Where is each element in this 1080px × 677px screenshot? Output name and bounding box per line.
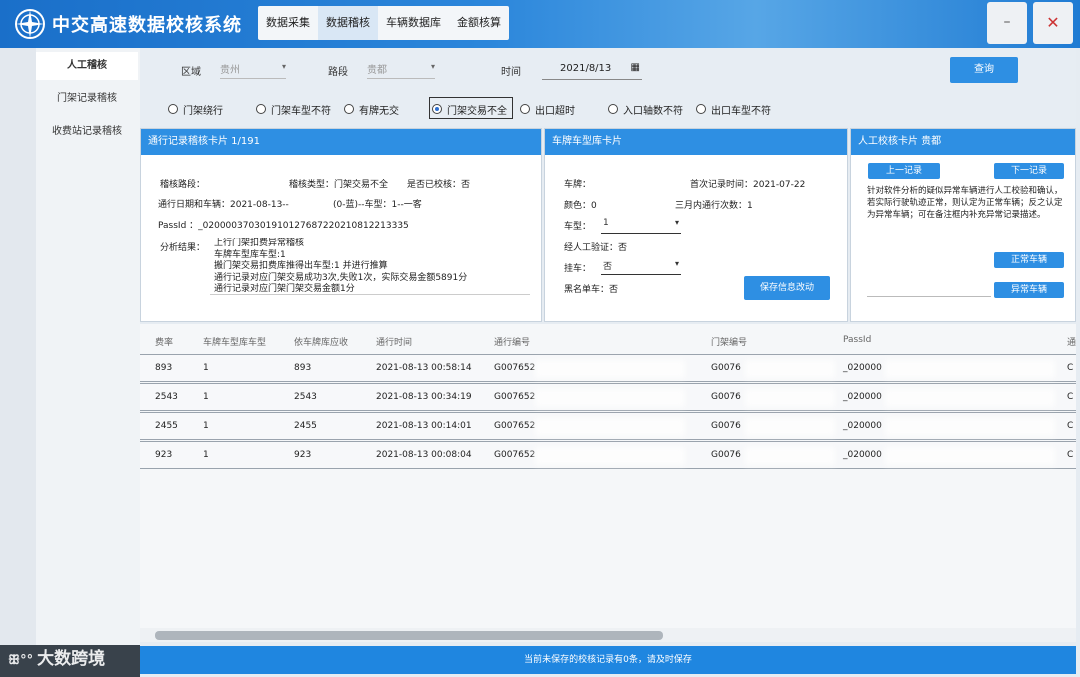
vehicle-detail: (0-蓝)--车型：1--一客 (333, 200, 422, 210)
redacted-area (745, 418, 835, 436)
count-3-months: 三月内通行次数：1 (675, 201, 753, 211)
app-title: 中交高速数据校核系统 (52, 15, 242, 36)
tab-data-collection[interactable]: 数据采集 (258, 6, 318, 40)
redacted-area (745, 447, 835, 465)
first-record-time: 首次记录时间：2021-07-22 (690, 180, 806, 190)
sidebar-item-toll-station-audit[interactable]: 收费站记录稽核 (36, 118, 138, 146)
verified-status: 是否已校核：否 (407, 180, 471, 190)
scrollbar-thumb[interactable] (155, 631, 663, 640)
radio-circle-icon (520, 104, 530, 114)
radio-circle-icon (432, 104, 442, 114)
region-label: 区域 (181, 67, 201, 78)
col-header-passid[interactable]: PassId (843, 335, 871, 345)
radio-exit-timeout[interactable]: 出口超时 (520, 101, 575, 117)
date-vehicle: 通行日期和车辆：2021-08-13-- (158, 200, 289, 210)
redacted-area (885, 418, 1055, 436)
redacted-area (885, 389, 1055, 407)
compass-logo-icon (15, 9, 45, 39)
minimize-button[interactable]: – (987, 2, 1027, 44)
radio-circle-icon (168, 104, 178, 114)
plate-color: 颜色：0 (564, 201, 597, 211)
blacklist: 黑名单车：否 (564, 285, 619, 295)
audit-road: 稽核路段： (160, 180, 206, 190)
col-header-pass-no[interactable]: 通行编号 (494, 335, 530, 348)
passid: PassId ：_0200003703019101276872202108122… (158, 221, 409, 231)
close-button[interactable]: ✕ (1033, 2, 1073, 44)
manual-verify: 经人工验证：否 (564, 243, 628, 253)
redacted-area (535, 389, 685, 407)
sidebar-strip (0, 48, 36, 677)
table-row[interactable]: 2543 1 2543 2021-08-13 00:34:19 G007652 … (140, 383, 1076, 411)
tab-data-audit[interactable]: 数据稽核 (318, 6, 378, 40)
plate-label: 车牌： (564, 180, 592, 190)
chevron-down-icon: ▾ (430, 62, 435, 71)
radio-gantry-type-mismatch[interactable]: 门架车型不符 (256, 101, 331, 117)
radio-circle-icon (256, 104, 266, 114)
col-header-gantry[interactable]: 门架编号 (711, 335, 747, 348)
tab-vehicle-database[interactable]: 车辆数据库 (378, 6, 449, 40)
radio-gantry-incomplete[interactable]: 门架交易不全 (432, 101, 507, 117)
chevron-down-icon: ▾ (674, 218, 679, 227)
redacted-area (885, 447, 1055, 465)
date-value: 2021/8/13 (560, 63, 612, 74)
audit-type: 稽核类型：门架交易不全 (289, 180, 389, 190)
redacted-area (745, 360, 835, 378)
manual-check-description: 针对软件分析的疑似异常车辆进行人工校验和确认，若实际行驶轨迹正常，则认定为正常车… (867, 186, 1063, 220)
redacted-area (535, 447, 685, 465)
radio-exit-type-mismatch[interactable]: 出口车型不符 (696, 101, 771, 117)
table-row[interactable]: 923 1 923 2021-08-13 00:08:04 G007652 G0… (140, 441, 1076, 469)
radio-circle-icon (608, 104, 618, 114)
radio-entry-axle-mismatch[interactable]: 入口轴数不符 (608, 101, 683, 117)
normal-vehicle-button[interactable]: 正常车辆 (994, 252, 1064, 268)
redacted-area (885, 360, 1055, 378)
col-header-more[interactable]: 通 (1067, 335, 1076, 348)
manual-card-title: 人工校核卡片 贵都 (851, 129, 1075, 155)
query-button[interactable]: 查询 (950, 57, 1018, 83)
radio-circle-icon (696, 104, 706, 114)
time-label: 时间 (501, 67, 521, 78)
radio-circle-icon (344, 104, 354, 114)
chevron-down-icon: ▾ (281, 62, 286, 71)
prev-record-button[interactable]: 上一记录 (868, 163, 940, 179)
trailer-label: 挂车： (564, 264, 592, 274)
road-select[interactable]: 贵都 ▾ (367, 61, 435, 79)
vehicle-type-select[interactable]: 1 ▾ (601, 216, 681, 234)
road-label: 路段 (328, 67, 348, 78)
app-brand: 中交高速数据校核系统 (0, 0, 255, 48)
col-header-fee[interactable]: 费率 (155, 335, 173, 348)
table-row[interactable]: 2455 1 2455 2021-08-13 00:14:01 G007652 … (140, 412, 1076, 440)
date-picker[interactable]: 2021/8/13 ▦ (542, 60, 642, 80)
col-header-vehicle-type[interactable]: 车牌车型库车型 (203, 335, 266, 348)
calendar-icon[interactable]: ▦ (631, 62, 640, 73)
col-header-due[interactable]: 依车牌库应收 (294, 335, 348, 348)
analysis-textbox[interactable]: 上行门架扣费异常稽核 车牌车型库车型:1 搬门架交易扣费库推得出车型:1 并进行… (210, 238, 530, 295)
redacted-area (535, 418, 685, 436)
table-row[interactable]: 893 1 893 2021-08-13 00:58:14 G007652 G0… (140, 354, 1076, 382)
top-nav: 数据采集 数据稽核 车辆数据库 金额核算 (258, 6, 509, 40)
trailer-select[interactable]: 否 ▾ (601, 257, 681, 275)
save-changes-button[interactable]: 保存信息改动 (744, 276, 830, 300)
vehicle-type-label: 车型： (564, 222, 592, 232)
col-header-time[interactable]: 通行时间 (376, 335, 412, 348)
chevron-down-icon: ▾ (674, 259, 679, 268)
sidebar-item-manual-audit[interactable]: 人工稽核 (36, 52, 138, 80)
abnormal-vehicle-button[interactable]: 异常车辆 (994, 282, 1064, 298)
redacted-area (745, 389, 835, 407)
tab-amount-calculation[interactable]: 金额核算 (449, 6, 509, 40)
plate-card-title: 车牌车型库卡片 (545, 129, 847, 155)
analysis-label: 分析结果： (160, 243, 206, 253)
remark-field[interactable] (867, 296, 991, 297)
record-card-title: 通行记录稽核卡片 1/191 (141, 129, 541, 155)
sidebar-item-gantry-audit[interactable]: 门架记录稽核 (36, 85, 138, 113)
region-select[interactable]: 贵州 ▾ (220, 61, 286, 79)
status-bar: 当前未保存的校核记录有0条，请及时保存 (140, 646, 1076, 674)
radio-gantry-detour[interactable]: 门架绕行 (168, 101, 223, 117)
radio-plate-no-transaction[interactable]: 有牌无交 (344, 101, 399, 117)
watermark: ꕥ°° 大数跨境 (8, 649, 106, 669)
next-record-button[interactable]: 下一记录 (994, 163, 1064, 179)
redacted-area (535, 360, 685, 378)
